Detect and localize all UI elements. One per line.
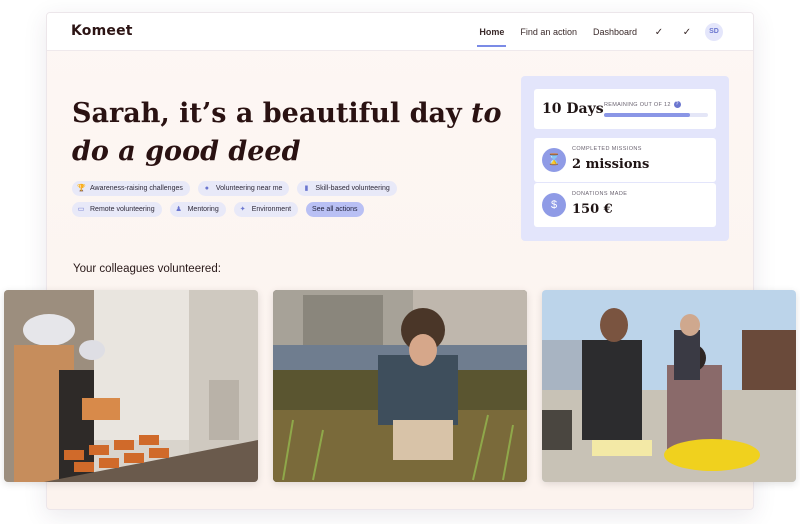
stats-card: 10 Days REMAINING OUT OF 12 ? ⌛ COMPLETE… bbox=[521, 76, 729, 241]
chip-label: Remote volunteering bbox=[90, 206, 155, 213]
bookmark-icon: ▮ bbox=[304, 184, 309, 192]
nav-dashboard[interactable]: Dashboard bbox=[585, 13, 645, 51]
leaf-icon: ✦ bbox=[239, 205, 246, 213]
donations-box: $ DONATIONS MADE 150 € bbox=[534, 183, 716, 227]
completed-missions-box: ⌛ COMPLETED MISSIONS 2 missions bbox=[534, 138, 716, 182]
days-remaining-value: 10 Days bbox=[542, 101, 604, 117]
trophy-icon: 🏆 bbox=[77, 184, 86, 192]
missions-value: 2 missions bbox=[572, 157, 650, 172]
days-progress-fill bbox=[604, 113, 691, 117]
donations-label: DONATIONS MADE bbox=[572, 191, 628, 197]
chip-volunteering-near-me[interactable]: ● Volunteering near me bbox=[197, 181, 290, 196]
check-icon[interactable]: ✓ bbox=[645, 27, 673, 38]
user-name: Sarah bbox=[72, 98, 161, 129]
page-greeting: Sarah, it’s a beautiful day to do a good… bbox=[72, 95, 502, 171]
chip-label: Volunteering near me bbox=[215, 185, 283, 192]
location-pin-icon: ● bbox=[204, 184, 209, 192]
chip-label: Skill-based volunteering bbox=[315, 185, 390, 192]
chip-remote-volunteering[interactable]: ▭ Remote volunteering bbox=[72, 202, 162, 217]
chip-mentoring[interactable]: ♟ Mentoring bbox=[169, 202, 226, 217]
laptop-icon: ▭ bbox=[77, 205, 85, 213]
chip-label: Mentoring bbox=[187, 206, 219, 213]
nav-find-an-action[interactable]: Find an action bbox=[512, 13, 585, 51]
main-nav: Home Find an action Dashboard ✓ ✓ SD bbox=[471, 13, 723, 51]
greeting-text: , it’s a beautiful day bbox=[160, 98, 472, 129]
money-bag-icon: $ bbox=[542, 193, 566, 217]
nav-home[interactable]: Home bbox=[471, 13, 512, 51]
days-progress-bar bbox=[604, 113, 708, 117]
top-navigation-bar: Komeet Home Find an action Dashboard ✓ ✓… bbox=[47, 13, 753, 51]
user-avatar[interactable]: SD bbox=[705, 23, 723, 41]
info-icon[interactable]: ? bbox=[673, 101, 681, 108]
donations-value: 150 € bbox=[572, 202, 613, 217]
colleagues-section-title: Your colleagues volunteered: bbox=[73, 263, 221, 275]
people-icon: ♟ bbox=[175, 205, 182, 213]
days-remaining-caption: REMAINING OUT OF 12 ? bbox=[604, 101, 681, 108]
chip-label: Awareness-raising challenges bbox=[90, 185, 183, 192]
check-icon[interactable]: ✓ bbox=[673, 27, 701, 38]
volunteer-photo-garden[interactable] bbox=[273, 290, 527, 482]
chip-skill-based[interactable]: ▮ Skill-based volunteering bbox=[297, 181, 397, 196]
chip-awareness-raising[interactable]: 🏆 Awareness-raising challenges bbox=[72, 181, 190, 196]
action-category-chips: 🏆 Awareness-raising challenges ● Volunte… bbox=[72, 181, 452, 217]
hourglass-icon: ⌛ bbox=[542, 148, 566, 172]
chip-environment[interactable]: ✦ Environment bbox=[233, 202, 299, 217]
missions-label: COMPLETED MISSIONS bbox=[572, 146, 642, 152]
days-remaining-box: 10 Days REMAINING OUT OF 12 ? bbox=[534, 89, 716, 129]
days-caption-text: REMAINING OUT OF 12 bbox=[604, 101, 671, 108]
volunteer-photo-kitchen[interactable] bbox=[4, 290, 258, 482]
volunteer-photo-outdoor-workshop[interactable] bbox=[542, 290, 796, 482]
komeet-logo[interactable]: Komeet bbox=[71, 23, 133, 39]
logo-text: Komeet bbox=[71, 23, 133, 39]
see-all-actions-button[interactable]: See all actions bbox=[306, 202, 364, 217]
chip-label: Environment bbox=[251, 206, 292, 213]
